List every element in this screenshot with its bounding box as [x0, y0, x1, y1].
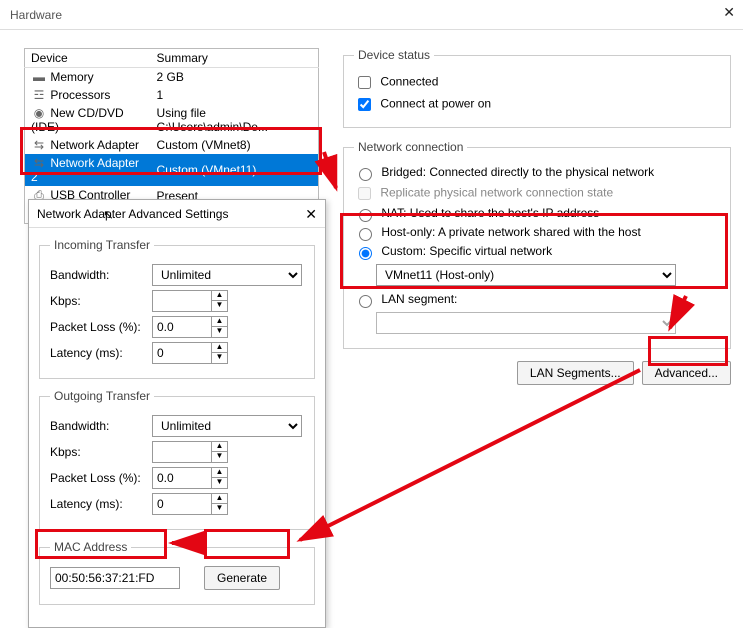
outgoing-latency-input[interactable]: [152, 493, 212, 515]
generate-button[interactable]: Generate: [204, 566, 280, 590]
custom-radio[interactable]: [359, 247, 372, 260]
device-summary: 2 GB: [151, 68, 319, 87]
arrow-icon: [300, 370, 640, 540]
nic-icon: ⇆: [31, 138, 47, 152]
button-row: LAN Segments... Advanced...: [343, 361, 731, 385]
replicate-checkbox: [358, 187, 371, 200]
connect-poweron-checkbox[interactable]: [358, 98, 371, 111]
spinner-icon[interactable]: ▲▼: [212, 441, 228, 463]
connected-checkbox-row[interactable]: Connected: [354, 73, 720, 92]
window-titlebar: Hardware ✕: [0, 0, 743, 30]
custom-vmnet-select[interactable]: VMnet11 (Host-only): [376, 264, 676, 286]
incoming-kbps-input[interactable]: [152, 290, 212, 312]
device-name: Network Adapter 2: [31, 156, 139, 184]
replicate-checkbox-row: Replicate physical network connection st…: [354, 184, 720, 203]
lansegment-radio[interactable]: [359, 295, 372, 308]
lansegment-select: [376, 312, 676, 334]
advanced-button[interactable]: Advanced...: [642, 361, 731, 385]
device-status-group: Device status Connected Connect at power…: [343, 48, 731, 128]
nat-radio[interactable]: [359, 209, 372, 222]
mac-address-input[interactable]: [50, 567, 180, 589]
lan-segments-button[interactable]: LAN Segments...: [517, 361, 634, 385]
connected-checkbox[interactable]: [358, 76, 371, 89]
table-row[interactable]: ◉ New CD/DVD (IDE)Using file C:\Users\ad…: [25, 104, 319, 136]
outgoing-transfer-group: Outgoing Transfer Bandwidth: Unlimited K…: [39, 389, 315, 530]
table-row[interactable]: ☲ Processors 1: [25, 86, 319, 104]
device-name: Network Adapter: [50, 138, 139, 152]
device-name: Processors: [50, 88, 110, 102]
device-summary: Custom (VMnet8): [151, 136, 319, 154]
nic-icon: ⇆: [31, 156, 47, 170]
bridged-radio-row[interactable]: Bridged: Connected directly to the physi…: [354, 165, 720, 181]
network-connection-group: Network connection Bridged: Connected di…: [343, 140, 731, 349]
cd-icon: ◉: [31, 106, 47, 120]
advanced-dialog-title: Network Adapter Advanced Settings: [37, 207, 228, 221]
spinner-icon[interactable]: ▲▼: [212, 467, 228, 489]
lansegment-radio-row[interactable]: LAN segment:: [354, 292, 720, 308]
device-name: Memory: [50, 70, 93, 84]
device-summary: 1: [151, 86, 319, 104]
mac-address-group: MAC Address Generate: [39, 540, 315, 605]
cursor-icon: ↖: [103, 207, 114, 223]
col-device[interactable]: Device: [25, 49, 151, 68]
spinner-icon[interactable]: ▲▼: [212, 316, 228, 338]
table-row[interactable]: ⇆ Network Adapter Custom (VMnet8): [25, 136, 319, 154]
memory-icon: ▬: [31, 70, 47, 84]
hostonly-radio[interactable]: [359, 228, 372, 241]
spinner-icon[interactable]: ▲▼: [212, 493, 228, 515]
cpu-icon: ☲: [31, 88, 47, 102]
connected-label: Connected: [380, 75, 438, 89]
connect-poweron-label: Connect at power on: [380, 97, 491, 111]
spinner-icon[interactable]: ▲▼: [212, 290, 228, 312]
hostonly-radio-row[interactable]: Host-only: A private network shared with…: [354, 225, 720, 241]
connect-poweron-row[interactable]: Connect at power on: [354, 95, 720, 114]
col-summary[interactable]: Summary: [151, 49, 319, 68]
incoming-bandwidth-select[interactable]: Unlimited: [152, 264, 302, 286]
table-row[interactable]: ⇆ Network Adapter 2 Custom (VMnet11): [25, 154, 319, 186]
table-row[interactable]: ▬ Memory 2 GB: [25, 68, 319, 87]
custom-radio-row[interactable]: Custom: Specific virtual network: [354, 244, 720, 260]
nat-radio-row[interactable]: NAT: Used to share the host's IP address: [354, 206, 720, 222]
close-icon[interactable]: ✕: [723, 4, 735, 21]
network-connection-legend: Network connection: [354, 140, 467, 154]
incoming-transfer-group: Incoming Transfer Bandwidth: Unlimited K…: [39, 238, 315, 379]
incoming-packetloss-input[interactable]: [152, 316, 212, 338]
device-summary: Custom (VMnet11): [151, 154, 319, 186]
window-title: Hardware: [10, 8, 62, 22]
outgoing-kbps-input[interactable]: [152, 441, 212, 463]
arrow-icon: [324, 152, 336, 188]
outgoing-packetloss-input[interactable]: [152, 467, 212, 489]
advanced-dialog-titlebar: Network Adapter Advanced Settings ✕ ↖: [29, 200, 325, 228]
device-summary: Using file C:\Users\admin\De...: [151, 104, 319, 136]
bridged-radio[interactable]: [359, 168, 372, 181]
device-status-legend: Device status: [354, 48, 434, 62]
spinner-icon[interactable]: ▲▼: [212, 342, 228, 364]
advanced-dialog-close-icon[interactable]: ✕: [305, 206, 317, 223]
settings-panel: Device status Connected Connect at power…: [343, 48, 731, 385]
outgoing-bandwidth-select[interactable]: Unlimited: [152, 415, 302, 437]
device-table: Device Summary ▬ Memory 2 GB ☲ Processors 1…: [24, 48, 319, 224]
incoming-latency-input[interactable]: [152, 342, 212, 364]
advanced-settings-dialog: Network Adapter Advanced Settings ✕ ↖ In…: [28, 199, 326, 628]
device-list-panel: Device Summary ▬ Memory 2 GB ☲ Processors 1…: [24, 48, 319, 224]
